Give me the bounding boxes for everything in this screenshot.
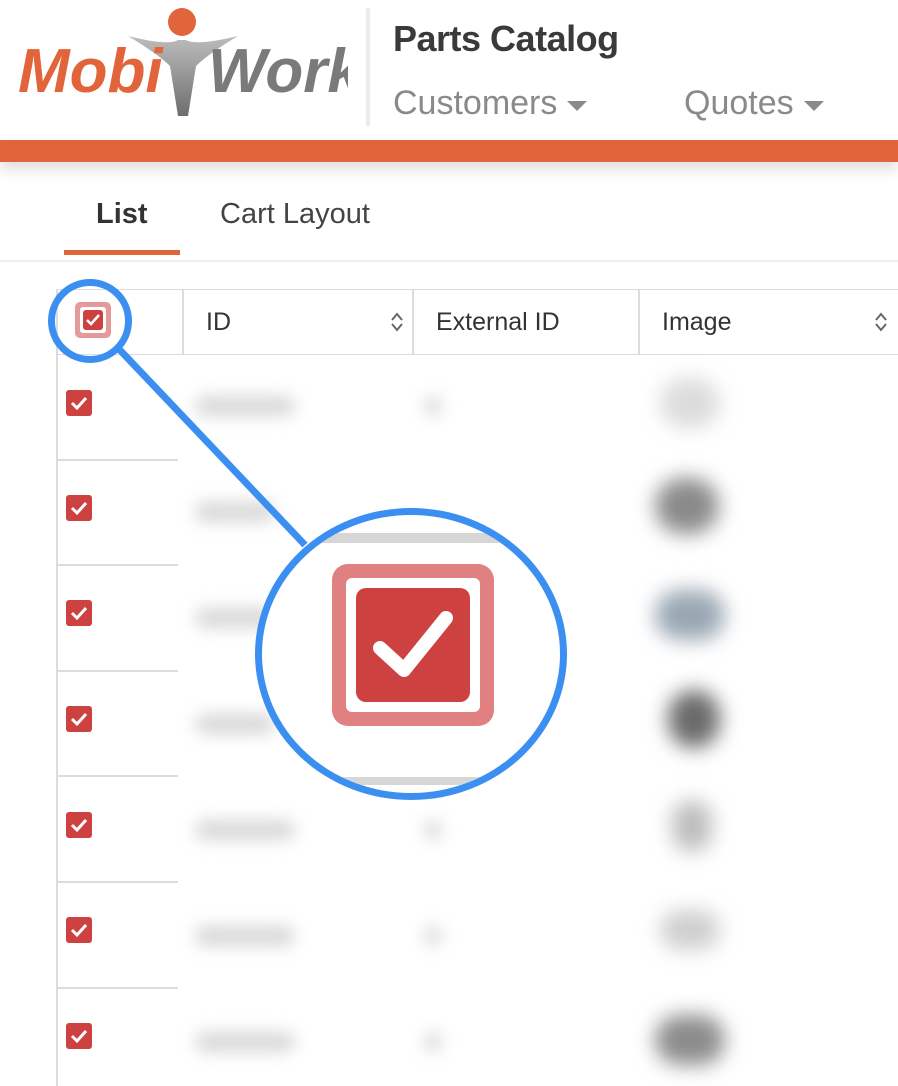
magnified-checkbox: [332, 564, 494, 726]
magnified-border: [262, 777, 560, 785]
zoom-magnifier: [255, 508, 567, 800]
magnified-checkbox-fill: [356, 588, 470, 702]
magnified-checkbox-frame: [346, 578, 480, 712]
check-icon: [373, 611, 453, 677]
callout-highlight-ring: [48, 279, 132, 363]
magnified-border: [262, 533, 560, 543]
